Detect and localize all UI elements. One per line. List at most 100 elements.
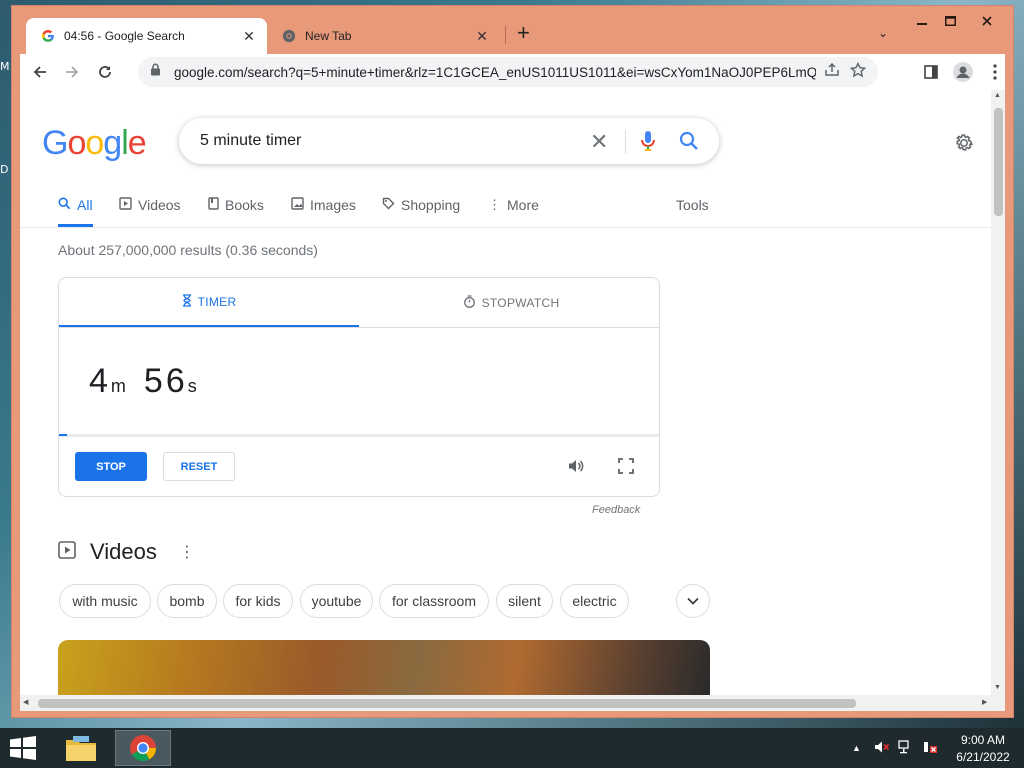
search-box[interactable]: 5 minute timer ✕ — [179, 118, 719, 164]
chip-bomb[interactable]: bomb — [157, 584, 217, 618]
close-tab-icon[interactable]: ✕ — [472, 28, 492, 45]
tab-title: New Tab — [305, 29, 352, 43]
tools-label: Tools — [676, 197, 709, 213]
profile-avatar-icon[interactable] — [951, 60, 975, 84]
back-button[interactable] — [28, 60, 52, 84]
title-bar: 04:56 - Google Search ✕ New Tab ✕ + ⌄ — [12, 6, 1013, 54]
search-input[interactable]: 5 minute timer — [200, 132, 301, 150]
chrome-icon — [281, 28, 297, 44]
action-center-warning-icon[interactable] — [922, 740, 938, 757]
chip-silent[interactable]: silent — [496, 584, 553, 618]
maximize-button[interactable] — [933, 10, 967, 32]
clock-time: 9:00 AM — [960, 733, 1006, 747]
search-divider — [625, 130, 626, 154]
timer-widget: TIMER STOPWATCH 4m 56s STOP RESET — [58, 277, 660, 497]
google-logo[interactable]: Google — [42, 124, 147, 163]
share-icon[interactable] — [824, 62, 842, 82]
desktop-edge-text: D — [0, 163, 9, 176]
tab-books[interactable]: Books — [208, 197, 264, 227]
network-icon[interactable] — [898, 740, 914, 757]
scroll-up-arrow-icon[interactable]: ▲ — [994, 92, 1001, 99]
fullscreen-icon[interactable] — [614, 454, 638, 478]
timer-minutes-unit: m — [110, 376, 126, 396]
close-window-button[interactable] — [970, 10, 1004, 32]
settings-gear-icon[interactable] — [953, 132, 975, 159]
tab-all[interactable]: All — [58, 197, 93, 227]
more-vertical-icon: ⋮ — [488, 197, 501, 212]
show-hidden-icons-icon[interactable]: ▲ — [852, 743, 861, 753]
browser-toolbar: google.com/search?q=5+minute+timer&rlz=1… — [20, 54, 1005, 90]
chrome-icon — [130, 735, 157, 762]
hourglass-icon — [182, 293, 192, 310]
volume-muted-icon[interactable] — [874, 740, 890, 757]
chrome-taskbar-button[interactable] — [115, 730, 171, 766]
tab-new-tab[interactable]: New Tab ✕ — [267, 18, 500, 54]
bookmark-star-icon[interactable] — [849, 61, 868, 83]
book-icon — [208, 197, 219, 213]
search-icon[interactable] — [679, 131, 699, 156]
tab-more[interactable]: ⋮ More — [488, 197, 539, 227]
chip-electric[interactable]: electric — [560, 584, 629, 618]
close-tab-icon[interactable]: ✕ — [239, 28, 259, 45]
chips-more-chevron-icon[interactable] — [676, 584, 710, 618]
more-options-icon[interactable]: ⋮ — [179, 542, 195, 562]
file-explorer-icon[interactable] — [63, 732, 99, 764]
videos-title: Videos — [90, 539, 157, 564]
timer-minutes: 4 — [89, 362, 111, 400]
videos-section-header: Videos ⋮ — [58, 539, 195, 565]
url-text: google.com/search?q=5+minute+timer&rlz=1… — [174, 64, 816, 80]
clock-date: 6/21/2022 — [956, 750, 1010, 764]
forward-button[interactable] — [60, 60, 84, 84]
lock-icon[interactable] — [150, 63, 164, 81]
search-nav: All Videos Books Images Shopping ⋮ More … — [20, 190, 991, 228]
tab-google-search[interactable]: 04:56 - Google Search ✕ — [26, 18, 267, 54]
reload-button[interactable] — [93, 60, 117, 84]
timer-seconds-unit: s — [187, 376, 197, 396]
clear-search-icon[interactable]: ✕ — [590, 129, 608, 155]
reset-button[interactable]: RESET — [163, 452, 235, 481]
scroll-right-arrow-icon[interactable]: ▶ — [982, 698, 987, 706]
taskbar: ▲ 9:00 AM 6/21/2022 — [0, 728, 1024, 768]
scroll-down-arrow-icon[interactable]: ▼ — [994, 684, 1001, 691]
vertical-scroll-thumb[interactable] — [994, 108, 1003, 216]
chip-youtube[interactable]: youtube — [300, 584, 373, 618]
tab-images[interactable]: Images — [291, 197, 356, 227]
stopwatch-icon — [463, 294, 476, 311]
stop-button[interactable]: STOP — [75, 452, 147, 481]
stopwatch-tab[interactable]: STOPWATCH — [361, 278, 659, 327]
vertical-scrollbar[interactable]: ▲ ▼ — [991, 90, 1005, 695]
search-icon — [58, 197, 71, 213]
video-thumbnail[interactable] — [58, 640, 710, 695]
chip-with-music[interactable]: with music — [59, 584, 151, 618]
logo-letter: o — [67, 124, 86, 162]
scroll-left-arrow-icon[interactable]: ◀ — [23, 698, 28, 706]
timer-tab[interactable]: TIMER — [59, 278, 359, 327]
timer-divider — [59, 436, 659, 437]
side-panel-icon[interactable] — [919, 60, 943, 84]
tab-videos[interactable]: Videos — [119, 197, 181, 227]
new-tab-button[interactable]: + — [517, 22, 530, 44]
timer-tab-label: TIMER — [197, 294, 237, 309]
logo-letter: o — [85, 124, 104, 162]
tab-search-chevron-icon[interactable]: ⌄ — [878, 26, 888, 40]
tab-label: Videos — [138, 197, 181, 213]
chip-for-kids[interactable]: for kids — [223, 584, 293, 618]
google-g-icon — [40, 28, 56, 44]
chrome-menu-icon[interactable] — [983, 60, 1007, 84]
volume-icon[interactable] — [564, 454, 588, 478]
chip-for-classroom[interactable]: for classroom — [379, 584, 489, 618]
system-clock[interactable]: 9:00 AM 6/21/2022 — [948, 732, 1018, 766]
logo-letter: g — [103, 124, 122, 162]
horizontal-scrollbar[interactable]: ◀ ▶ — [20, 695, 1005, 711]
timer-tab-divider — [59, 327, 659, 328]
windows-start-icon[interactable] — [8, 736, 38, 760]
timer-seconds: 56 — [143, 362, 188, 400]
feedback-link[interactable]: Feedback — [592, 504, 640, 516]
microphone-icon[interactable] — [640, 130, 656, 157]
tools-button[interactable]: Tools — [676, 197, 709, 227]
address-bar[interactable]: google.com/search?q=5+minute+timer&rlz=1… — [138, 57, 878, 87]
stopwatch-tab-label: STOPWATCH — [481, 295, 560, 310]
tab-shopping[interactable]: Shopping — [382, 197, 460, 227]
horizontal-scroll-thumb[interactable] — [38, 699, 856, 708]
video-play-icon — [119, 197, 132, 213]
